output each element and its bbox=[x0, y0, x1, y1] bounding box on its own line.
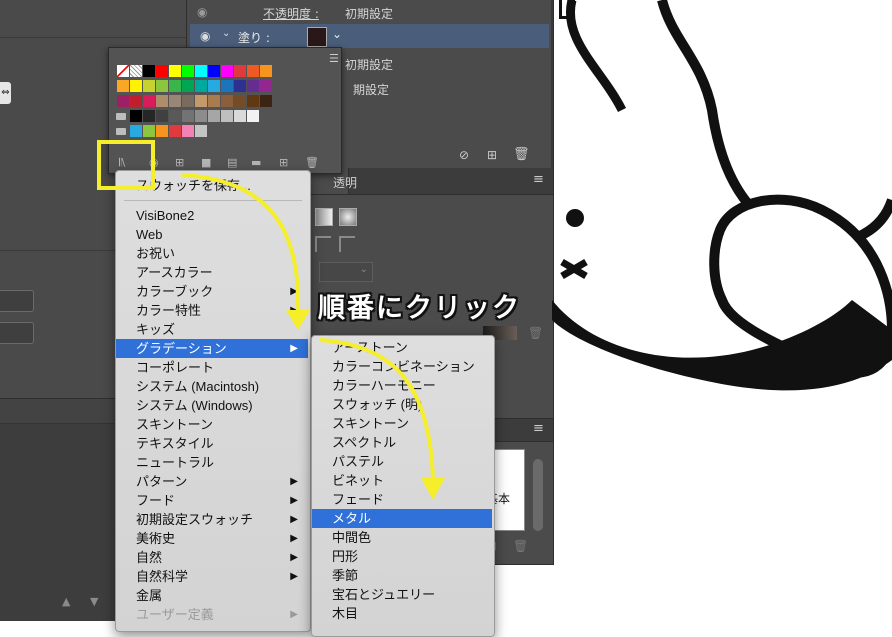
annotation-text: 順番にクリック bbox=[318, 293, 521, 324]
